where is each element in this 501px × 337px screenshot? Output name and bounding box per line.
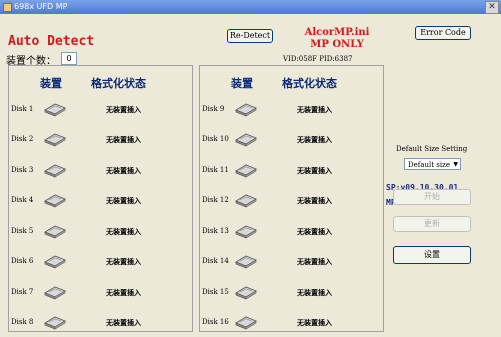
usb-drive-icon [234,284,258,301]
disk-status: 无装置插入 [106,106,141,114]
disk-row: Disk 9 无装置插入 [200,101,383,121]
disk-label: Disk 6 [11,257,34,265]
chevron-down-icon[interactable]: ▼ [453,159,458,171]
app-icon [3,3,12,12]
disk-label: Disk 13 [202,227,229,235]
status-column-header: 格式化状态 [91,77,146,90]
usb-drive-icon [43,192,67,209]
default-size-select[interactable]: Default size ▼ [404,158,461,170]
disk-label: Disk 14 [202,257,229,265]
redetect-button[interactable]: Re-Detect [227,29,273,43]
usb-drive-icon [234,101,258,118]
usb-drive-icon [43,284,67,301]
disk-row: Disk 16 无装置插入 [200,314,383,334]
disk-row: Disk 7 无装置插入 [9,284,192,304]
default-size-label: Default Size Setting [396,145,468,153]
ini-mode-title: AlcorMP.ini MP ONLY [302,27,372,51]
device-count-field: 0 [61,52,77,65]
disk-row: Disk 14 无装置插入 [200,253,383,273]
disk-label: Disk 10 [202,135,229,143]
default-size-value: Default size [408,161,450,169]
disk-row: Disk 4 无装置插入 [9,192,192,212]
settings-button[interactable]: 设置 [393,246,471,264]
disk-label: Disk 4 [11,196,34,204]
main-window: 698x UFD MP ✕ Auto Detect 装置个数： 0 Re-Det… [0,0,501,337]
usb-drive-icon [234,223,258,240]
disk-status: 无装置插入 [106,289,141,297]
vid-pid-label: VID:058F PID:6387 [283,55,353,63]
auto-detect-label: Auto Detect [8,34,95,49]
device-column-header: 装置 [40,77,62,90]
disk-row: Disk 3 无装置插入 [9,162,192,182]
disk-label: Disk 12 [202,196,229,204]
disk-status: 无装置插入 [106,319,141,327]
disk-label: Disk 11 [202,166,229,174]
disk-status: 无装置插入 [106,136,141,144]
start-button[interactable]: 开始 [393,189,471,205]
disk-row: Disk 5 无装置插入 [9,223,192,243]
disk-row: Disk 6 无装置插入 [9,253,192,273]
update-button[interactable]: 更新 [393,216,471,232]
title-bar: 698x UFD MP ✕ [0,0,501,14]
disk-label: Disk 3 [11,166,34,174]
disk-row: Disk 15 无装置插入 [200,284,383,304]
ini-filename: AlcorMP.ini [304,27,370,38]
disk-status: 无装置插入 [297,197,332,205]
disk-row: Disk 10 无装置插入 [200,131,383,151]
disk-row: Disk 1 无装置插入 [9,101,192,121]
usb-drive-icon [43,253,67,270]
disk-row: Disk 13 无装置插入 [200,223,383,243]
usb-drive-icon [234,192,258,209]
disk-label: Disk 16 [202,318,229,326]
usb-drive-icon [234,253,258,270]
disk-status: 无装置插入 [106,258,141,266]
usb-drive-icon [43,131,67,148]
usb-drive-icon [43,314,67,331]
status-column-header: 格式化状态 [282,77,337,90]
disk-status: 无装置插入 [106,197,141,205]
disk-label: Disk 8 [11,318,34,326]
error-code-button[interactable]: Error Code [415,26,471,40]
usb-drive-icon [43,223,67,240]
close-button[interactable]: ✕ [485,1,499,14]
disk-status: 无装置插入 [297,289,332,297]
disk-label: Disk 2 [11,135,34,143]
usb-drive-icon [43,162,67,179]
disk-panel-2: 装置 格式化状态 Disk 9 无装置插入 Disk 10 无装置插入 Disk 11 无… [199,65,384,332]
disk-row: Disk 11 无装置插入 [200,162,383,182]
usb-drive-icon [43,101,67,118]
disk-label: Disk 7 [11,288,34,296]
disk-row: Disk 2 无装置插入 [9,131,192,151]
disk-label: Disk 5 [11,227,34,235]
usb-drive-icon [234,162,258,179]
disk-status: 无装置插入 [106,228,141,236]
disk-status: 无装置插入 [106,167,141,175]
disk-status: 无装置插入 [297,167,332,175]
disk-status: 无装置插入 [297,106,332,114]
disk-label: Disk 15 [202,288,229,296]
disk-row: Disk 12 无装置插入 [200,192,383,212]
usb-drive-icon [234,131,258,148]
disk-status: 无装置插入 [297,319,332,327]
disk-status: 无装置插入 [297,258,332,266]
disk-label: Disk 9 [202,105,225,113]
usb-drive-icon [234,314,258,331]
disk-label: Disk 1 [11,105,34,113]
window-title: 698x UFD MP [14,2,68,11]
close-icon[interactable]: ✕ [488,2,496,12]
disk-status: 无装置插入 [297,136,332,144]
disk-panel-1: 装置 格式化状态 Disk 1 无装置插入 Disk 2 无装置插入 Disk 3 无装置… [8,65,193,332]
disk-row: Disk 8 无装置插入 [9,314,192,334]
device-column-header: 装置 [231,77,253,90]
mp-only-label: MP ONLY [310,39,364,50]
disk-status: 无装置插入 [297,228,332,236]
